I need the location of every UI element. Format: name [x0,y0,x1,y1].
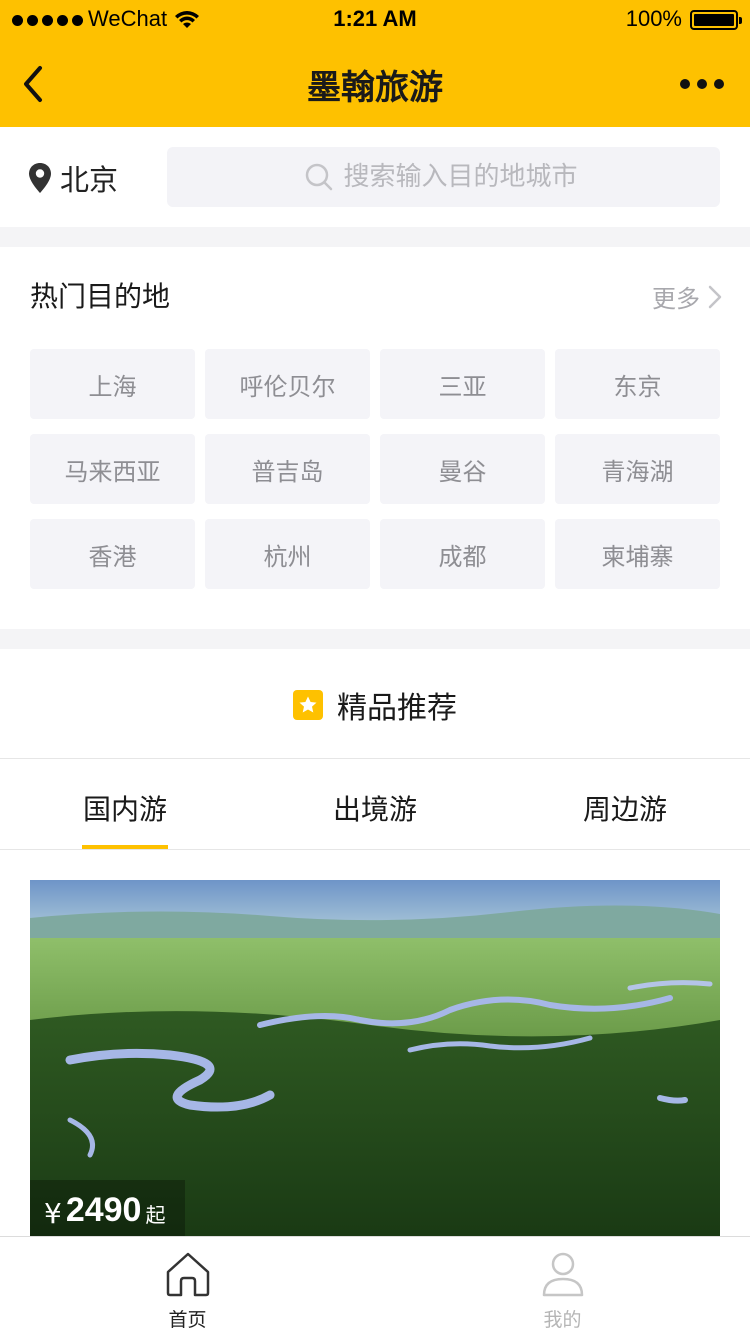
location-search-bar: 北京 [0,127,750,227]
destination-chip[interactable]: 呼伦贝尔 [205,349,370,419]
destination-chip[interactable]: 曼谷 [380,434,545,504]
price-amount: 2490 [65,1191,142,1229]
search-icon [305,163,332,191]
battery-icon [690,10,742,30]
destination-chip[interactable]: 上海 [30,349,195,419]
more-label: 更多 [652,285,700,313]
recommend-title: 精品推荐 [337,691,457,726]
active-tab-indicator [82,845,168,849]
status-bar: WeChat 1:21 AM 100% [0,0,750,40]
destination-chip[interactable]: 东京 [555,349,720,419]
tabbar-item-mine[interactable]: 我的 [375,1237,750,1334]
tab-outbound[interactable]: 出境游 [250,759,500,849]
destination-chip[interactable]: 三亚 [380,349,545,419]
more-link[interactable]: 更多 [652,279,722,314]
hot-destinations-section: 热门目的地 更多 上海 呼伦贝尔 三亚 东京 马来西亚 普吉岛 曼谷 青海湖 香… [0,247,750,629]
section-title: 热门目的地 [30,280,171,313]
tab-nearby[interactable]: 周边游 [500,759,750,849]
tab-label: 周边游 [582,793,667,826]
header: WeChat 1:21 AM 100% 墨翰旅游 [0,0,750,127]
price-suffix: 起 [145,1203,166,1227]
destination-chip[interactable]: 普吉岛 [205,434,370,504]
recommend-list: ¥ 2490 起 [0,850,750,1236]
search-box[interactable] [167,147,720,207]
more-options-icon[interactable] [680,70,724,98]
chevron-right-icon [708,285,722,308]
bottom-tab-bar: 首页 我的 [0,1236,750,1334]
page-title: 墨翰旅游 [307,68,443,108]
destination-chip[interactable]: 成都 [380,519,545,589]
tab-label: 国内游 [82,793,167,826]
destination-chip[interactable]: 香港 [30,519,195,589]
search-input[interactable] [343,162,584,192]
destination-chip[interactable]: 柬埔寨 [555,519,720,589]
location-selector[interactable]: 北京 [28,157,118,199]
star-icon [293,690,323,720]
battery-percent: 100% [625,6,682,31]
tabbar-item-home[interactable]: 首页 [0,1237,375,1334]
nav-bar: 墨翰旅游 [0,40,750,127]
tab-domestic[interactable]: 国内游 [0,759,250,849]
category-tabs: 国内游 出境游 周边游 [0,759,750,850]
tab-label: 出境游 [332,793,417,826]
user-icon [542,1252,583,1297]
tabbar-label: 我的 [543,1309,582,1331]
price-tag: ¥ 2490 起 [30,1180,186,1236]
destination-grid: 上海 呼伦贝尔 三亚 东京 马来西亚 普吉岛 曼谷 青海湖 香港 杭州 成都 柬… [30,349,720,589]
location-pin-icon [29,163,51,193]
tour-card[interactable]: ¥ 2490 起 [30,880,720,1236]
currency-symbol: ¥ [44,1197,62,1230]
tabbar-label: 首页 [168,1309,207,1331]
home-icon [166,1252,209,1297]
current-city: 北京 [60,163,119,197]
destination-chip[interactable]: 马来西亚 [30,434,195,504]
recommend-header: 精品推荐 [0,649,750,759]
destination-chip[interactable]: 青海湖 [555,434,720,504]
destination-chip[interactable]: 杭州 [205,519,370,589]
